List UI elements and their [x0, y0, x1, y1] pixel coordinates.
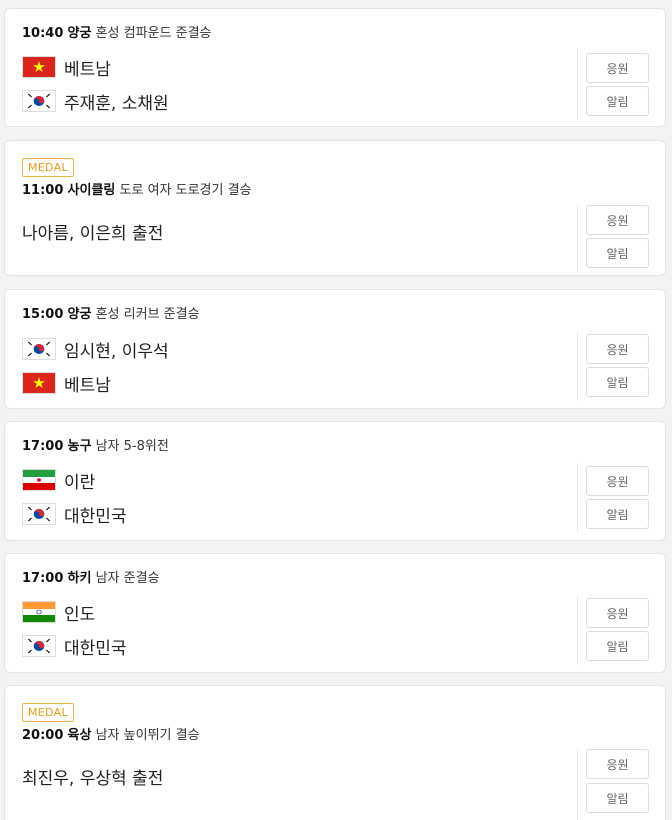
team-row: 베트남	[22, 371, 111, 396]
match-schedule-list: 10:40 양궁 혼성 컴파운드 준결승 베트남 주재훈, 소채원 응원 알림 …	[0, 0, 672, 820]
team-name: 임시현, 이우석	[64, 341, 169, 362]
flag-korea-icon	[22, 503, 56, 525]
match-event: 남자 준결승	[95, 571, 160, 586]
cheer-button[interactable]: 응원	[586, 598, 649, 628]
flag-vietnam-icon	[22, 56, 56, 78]
flag-vietnam-icon	[22, 372, 56, 394]
team-row: 대한민국	[22, 502, 127, 527]
flag-iran-icon	[22, 469, 56, 491]
match-card: 17:00 하키 남자 준결승 인도 대한민국 응원 알림	[4, 553, 666, 673]
team-name: 이란	[64, 472, 96, 493]
team-name: 인도	[64, 604, 96, 625]
divider	[577, 595, 578, 665]
team-name: 대한민국	[64, 506, 127, 527]
match-header: 11:00 사이클링 도로 여자 도로경기 결승	[22, 183, 252, 199]
match-header: 17:00 농구 남자 5-8위전	[22, 439, 169, 455]
match-card: 10:40 양궁 혼성 컴파운드 준결승 베트남 주재훈, 소채원 응원 알림	[4, 8, 666, 127]
match-time: 15:00	[22, 307, 64, 322]
match-event: 도로 여자 도로경기 결승	[119, 183, 252, 198]
alert-button[interactable]: 알림	[586, 367, 649, 397]
flag-korea-icon	[22, 338, 56, 360]
match-sport: 농구	[67, 439, 92, 454]
team-row: 인도	[22, 600, 96, 625]
team-name: 주재훈, 소채원	[64, 93, 169, 114]
team-row: 대한민국	[22, 634, 127, 659]
match-sport: 육상	[67, 728, 92, 743]
match-card: MEDAL 11:00 사이클링 도로 여자 도로경기 결승 나아름, 이은희 …	[4, 140, 666, 276]
divider	[577, 750, 578, 820]
divider	[577, 205, 578, 271]
match-card: 15:00 양궁 혼성 리커브 준결승 임시현, 이우석 베트남 응원 알림	[4, 289, 666, 409]
match-time: 11:00	[22, 183, 64, 198]
match-header: 20:00 육상 남자 높이뛰기 결승	[22, 728, 200, 744]
match-sport: 양궁	[67, 26, 92, 41]
match-sport: 하키	[67, 571, 92, 586]
alert-button[interactable]: 알림	[586, 238, 649, 268]
alert-button[interactable]: 알림	[586, 783, 649, 813]
match-card: 17:00 농구 남자 5-8위전 이란 대한민국 응원 알림	[4, 421, 666, 541]
team-row: 이란	[22, 468, 96, 493]
medal-badge: MEDAL	[22, 158, 74, 177]
match-header: 10:40 양궁 혼성 컴파운드 준결승	[22, 26, 212, 42]
match-event: 혼성 리커브 준결승	[95, 307, 200, 322]
team-name: 베트남	[64, 59, 111, 80]
team-row: 임시현, 이우석	[22, 337, 169, 362]
flag-korea-icon	[22, 90, 56, 112]
flag-india-icon	[22, 601, 56, 623]
cheer-button[interactable]: 응원	[586, 334, 649, 364]
team-row: 베트남	[22, 55, 111, 80]
alert-button[interactable]: 알림	[586, 86, 649, 116]
participants-summary: 나아름, 이은희 출전	[22, 224, 164, 244]
match-time: 17:00	[22, 439, 64, 454]
team-name: 베트남	[64, 375, 111, 396]
team-row: 주재훈, 소채원	[22, 89, 169, 114]
flag-korea-icon	[22, 635, 56, 657]
cheer-button[interactable]: 응원	[586, 205, 649, 235]
cheer-button[interactable]: 응원	[586, 466, 649, 496]
cheer-button[interactable]: 응원	[586, 53, 649, 83]
match-time: 17:00	[22, 571, 64, 586]
medal-badge: MEDAL	[22, 703, 74, 722]
participants-summary: 최진우, 우상혁 출전	[22, 769, 164, 789]
match-time: 20:00	[22, 728, 64, 743]
match-event: 남자 높이뛰기 결승	[95, 728, 200, 743]
match-sport: 사이클링	[67, 183, 116, 198]
match-header: 17:00 하키 남자 준결승	[22, 571, 160, 587]
match-card: MEDAL 20:00 육상 남자 높이뛰기 결승 최진우, 우상혁 출전 응원…	[4, 685, 666, 820]
divider	[577, 49, 578, 119]
match-sport: 양궁	[67, 307, 92, 322]
divider	[577, 463, 578, 533]
cheer-button[interactable]: 응원	[586, 749, 649, 779]
match-event: 혼성 컴파운드 준결승	[95, 26, 212, 41]
alert-button[interactable]: 알림	[586, 631, 649, 661]
match-event: 남자 5-8위전	[95, 439, 169, 454]
team-name: 대한민국	[64, 638, 127, 659]
divider	[577, 331, 578, 401]
match-header: 15:00 양궁 혼성 리커브 준결승	[22, 307, 200, 323]
match-time: 10:40	[22, 26, 64, 41]
alert-button[interactable]: 알림	[586, 499, 649, 529]
